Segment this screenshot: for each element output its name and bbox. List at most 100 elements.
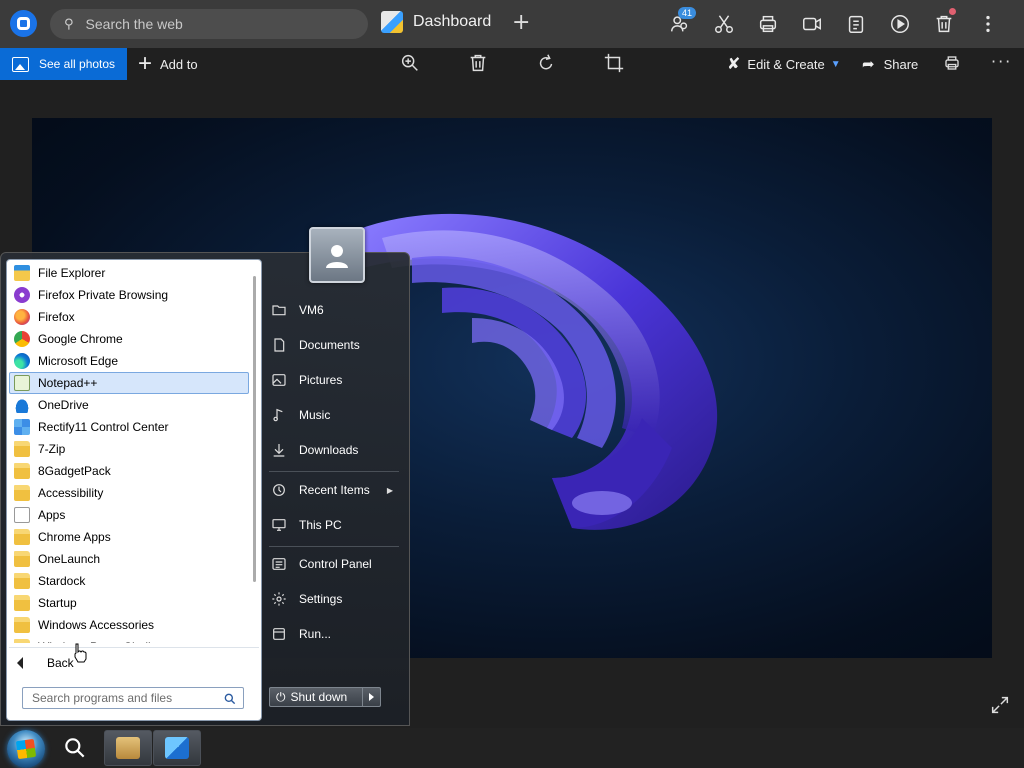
- this-pc-link[interactable]: This PC: [269, 510, 399, 540]
- program-item[interactable]: Microsoft Edge: [9, 350, 249, 372]
- scissors-icon[interactable]: [702, 8, 746, 40]
- program-item[interactable]: Firefox: [9, 306, 249, 328]
- notification-badge: 41: [677, 7, 696, 19]
- shutdown-options-button[interactable]: [363, 687, 381, 707]
- folder-icon: [14, 551, 30, 567]
- program-item[interactable]: Apps: [9, 504, 249, 526]
- share-label: Share: [883, 56, 919, 72]
- photos-toolbar: See all photos + Add to ✘ Edit & Create …: [0, 48, 1024, 80]
- chevron-right-icon: ▶: [386, 485, 393, 495]
- search-icon: ⚲: [64, 16, 74, 32]
- delete-icon[interactable]: [467, 52, 491, 76]
- edit-create-button[interactable]: ✘ Edit & Create ▼: [727, 48, 841, 80]
- music-label: Music: [299, 408, 331, 422]
- control-panel-label: Control Panel: [299, 557, 372, 571]
- program-item[interactable]: OneDrive: [9, 394, 249, 416]
- share-button[interactable]: ➦ Share: [862, 48, 918, 80]
- ffprivate-icon: [14, 287, 30, 303]
- add-to-button[interactable]: + Add to: [138, 48, 198, 80]
- see-all-photos-button[interactable]: See all photos: [0, 48, 127, 80]
- user-avatar[interactable]: [309, 227, 365, 283]
- fullscreen-expand-icon[interactable]: [989, 694, 1011, 720]
- downloads-link[interactable]: Downloads: [269, 435, 399, 465]
- video-icon[interactable]: [790, 8, 834, 40]
- trash-icon[interactable]: [922, 8, 966, 40]
- start-menu-programs-pane: File Explorer Firefox Private Browsing Fir…: [6, 259, 262, 721]
- program-item[interactable]: 8GadgetPack: [9, 460, 249, 482]
- program-item[interactable]: Notepad++: [9, 372, 249, 394]
- control-panel-icon: [269, 554, 289, 574]
- music-link[interactable]: Music: [269, 400, 399, 430]
- search-web-box[interactable]: ⚲ Search the web: [50, 9, 368, 39]
- program-item[interactable]: 7-Zip: [9, 438, 249, 460]
- program-label: Windows PowerShell: [38, 640, 151, 643]
- chevron-right-icon: [369, 693, 374, 701]
- program-item[interactable]: Chrome Apps: [9, 526, 249, 548]
- firefox-icon: [14, 309, 30, 325]
- programs-list[interactable]: File Explorer Firefox Private Browsing Fir…: [9, 262, 249, 643]
- program-item[interactable]: Windows Accessories: [9, 614, 249, 636]
- program-label: Startup: [38, 596, 77, 610]
- more-icon[interactable]: ···: [991, 52, 1012, 71]
- tab-dashboard[interactable]: Dashboard: [381, 11, 491, 33]
- dashboard-favicon-icon: [381, 11, 403, 33]
- folder-icon: [269, 300, 289, 320]
- program-label: Windows Accessories: [38, 618, 155, 632]
- see-all-photos-label: See all photos: [39, 57, 116, 71]
- program-item[interactable]: Stardock: [9, 570, 249, 592]
- program-label: 7-Zip: [38, 442, 66, 456]
- back-button[interactable]: Back: [17, 652, 74, 674]
- new-tab-button[interactable]: +: [512, 11, 530, 35]
- store-bag-icon: [116, 737, 140, 759]
- program-item[interactable]: Firefox Private Browsing: [9, 284, 249, 306]
- taskbar-app-store[interactable]: [104, 730, 152, 766]
- recent-items-label: Recent Items: [299, 483, 370, 497]
- browser-logo-icon[interactable]: [10, 10, 37, 37]
- search-programs-input[interactable]: Search programs and files: [22, 687, 244, 709]
- shutdown-button[interactable]: ⏻ Shut down: [269, 687, 363, 707]
- crop-icon[interactable]: [603, 52, 627, 76]
- start-orb-button[interactable]: [7, 730, 45, 768]
- pictures-link[interactable]: Pictures: [269, 365, 399, 395]
- pictures-label: Pictures: [299, 373, 343, 387]
- folder-icon: [14, 595, 30, 611]
- program-item[interactable]: Google Chrome: [9, 328, 249, 350]
- print-icon[interactable]: [746, 8, 790, 40]
- documents-link[interactable]: Documents: [269, 330, 399, 360]
- user-folder-link[interactable]: VM6: [269, 295, 399, 325]
- program-item[interactable]: Rectify11 Control Center: [9, 416, 249, 438]
- program-item[interactable]: Startup: [9, 592, 249, 614]
- alert-dot: [949, 8, 956, 15]
- user-folder-label: VM6: [299, 303, 324, 317]
- power-icon: ⏻: [276, 689, 286, 704]
- play-icon[interactable]: [878, 8, 922, 40]
- browser-actions: 41: [658, 7, 1010, 40]
- run-link[interactable]: Run...: [269, 619, 399, 649]
- clipboard-icon[interactable]: [834, 8, 878, 40]
- zoom-in-icon[interactable]: [399, 52, 423, 76]
- chevron-down-icon: ▼: [830, 58, 841, 70]
- folder-icon: [14, 573, 30, 589]
- program-item[interactable]: File Explorer: [9, 262, 249, 284]
- mouse-cursor-icon: [74, 643, 88, 667]
- start-menu: File Explorer Firefox Private Browsing Fir…: [0, 227, 410, 726]
- recent-items-link[interactable]: Recent Items ▶: [269, 475, 399, 505]
- control-panel-link[interactable]: Control Panel: [269, 549, 399, 579]
- program-item[interactable]: OneLaunch: [9, 548, 249, 570]
- divider: [9, 647, 259, 648]
- music-note-icon: [269, 405, 289, 425]
- program-item[interactable]: Accessibility: [9, 482, 249, 504]
- settings-link[interactable]: Settings: [269, 584, 399, 614]
- download-arrow-icon: [269, 440, 289, 460]
- rotate-icon[interactable]: [535, 52, 559, 76]
- more-icon[interactable]: [966, 8, 1010, 40]
- program-item[interactable]: Windows PowerShell: [9, 636, 249, 643]
- taskbar: [0, 728, 1024, 768]
- programs-scrollbar[interactable]: [253, 276, 256, 582]
- downloads-label: Downloads: [299, 443, 359, 457]
- taskbar-search-icon[interactable]: [62, 735, 88, 765]
- program-label: 8GadgetPack: [38, 464, 111, 478]
- people-icon[interactable]: 41: [658, 7, 702, 40]
- taskbar-app-photos[interactable]: [153, 730, 201, 766]
- print-icon[interactable]: [943, 54, 961, 76]
